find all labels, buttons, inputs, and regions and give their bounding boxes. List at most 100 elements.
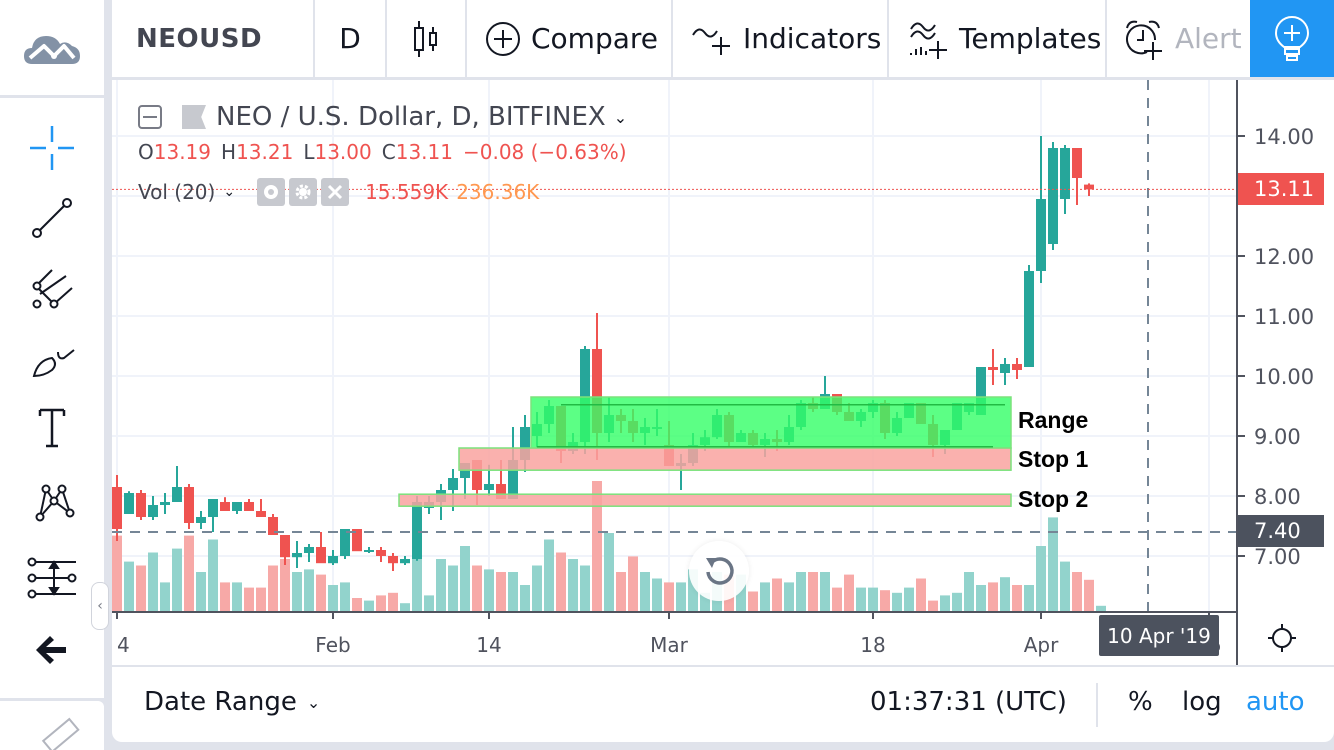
candle-body	[376, 550, 386, 556]
remove-button[interactable]	[321, 178, 350, 206]
visibility-button[interactable]	[257, 178, 286, 206]
candle-body	[112, 487, 122, 529]
divider	[1096, 683, 1098, 727]
volume-bar	[1060, 561, 1070, 611]
chart-settings-button[interactable]	[1264, 620, 1300, 656]
volume-legend: Vol (20) ⌄ 15.559K 236.36K	[138, 178, 637, 206]
logo[interactable]	[0, 0, 104, 95]
volume-bar	[1000, 577, 1010, 611]
volume-bar	[364, 600, 374, 611]
alarm-clock-icon	[1126, 20, 1162, 60]
volume-bar	[640, 572, 650, 611]
close-value: 13.11	[395, 140, 453, 164]
auto-scale-toggle[interactable]: auto	[1246, 687, 1305, 717]
compare-button[interactable]: Compare	[467, 0, 673, 77]
price-tick-label: 7.00	[1254, 545, 1301, 569]
symbol-search-button[interactable]: NEOUSD	[112, 0, 315, 77]
volume-bar	[1036, 546, 1046, 611]
volume-bar	[1096, 605, 1106, 611]
chevron-down-icon[interactable]: ⌄	[614, 108, 627, 127]
reset-chart-button[interactable]	[689, 541, 749, 601]
sun-gear-icon	[1268, 624, 1296, 652]
crosshair-tool[interactable]	[22, 118, 82, 178]
volume-bar	[820, 572, 830, 611]
box-stop-2	[398, 493, 1012, 507]
candle-body	[172, 487, 182, 502]
collapse-legend-icon[interactable]	[138, 105, 162, 129]
candle-body	[1024, 271, 1034, 367]
volume-label[interactable]: Vol (20)	[138, 180, 215, 204]
time-tick-label: 18	[860, 633, 885, 657]
reset-icon	[706, 557, 734, 585]
chart-type-button[interactable]	[387, 0, 467, 77]
collapse-toolbar-handle[interactable]: ‹	[91, 582, 109, 630]
time-tick-label: Apr	[1024, 633, 1059, 657]
date-range-button[interactable]: Date Range ⌄	[144, 687, 320, 717]
volume-bar	[256, 587, 266, 611]
crosshair-date-label: 10 Apr '19	[1099, 615, 1219, 656]
time-tick-label: Mar	[650, 633, 689, 657]
volume-bar	[184, 535, 194, 611]
volume-bar	[832, 587, 842, 611]
volume-bar	[460, 546, 470, 611]
log-scale-toggle[interactable]: log	[1182, 687, 1222, 717]
back-button[interactable]	[22, 620, 82, 680]
chevron-down-icon[interactable]: ⌄	[223, 184, 235, 200]
candle-body	[412, 502, 422, 559]
time-tick-label: 4	[117, 633, 130, 657]
templates-button[interactable]: Templates	[889, 0, 1107, 77]
volume-bar	[676, 582, 686, 611]
volume-bar	[136, 565, 146, 611]
indicators-button[interactable]: Indicators	[673, 0, 889, 77]
percent-scale-toggle[interactable]: %	[1128, 687, 1153, 717]
volume-bar	[112, 535, 122, 611]
candle-body	[220, 502, 230, 511]
utc-clock[interactable]: 01:37:31 (UTC)	[870, 687, 1067, 717]
series-title[interactable]: NEO / U.S. Dollar, D, BITFINEX	[216, 102, 606, 132]
trend-line-tool[interactable]	[22, 188, 82, 248]
close-label: C	[381, 140, 396, 164]
volume-bar	[148, 552, 158, 611]
candle-body	[328, 556, 338, 564]
volume-bar	[580, 565, 590, 611]
brush-tool[interactable]	[22, 328, 82, 388]
annotation-range[interactable]: Range	[1018, 407, 1088, 434]
volume-bar	[292, 572, 302, 611]
flag-icon[interactable]	[182, 105, 206, 129]
change-value: −0.08 (−0.63%)	[462, 140, 627, 164]
candle-body	[400, 559, 410, 564]
annotation-stop1[interactable]: Stop 1	[1018, 446, 1088, 473]
volume-bar	[400, 603, 410, 611]
candles-icon	[414, 20, 437, 57]
text-tool[interactable]	[22, 398, 82, 458]
volume-bar	[808, 572, 818, 611]
candle-body	[988, 367, 998, 370]
volume-bar	[208, 539, 218, 611]
volume-bar	[760, 582, 770, 611]
trend-line-icon	[32, 198, 72, 238]
prediction-measure-icon	[27, 557, 77, 599]
candle-body	[1084, 184, 1094, 190]
volume-bar	[772, 578, 782, 611]
settings-button[interactable]	[289, 178, 318, 206]
interval-button[interactable]: D	[315, 0, 387, 77]
candle-body	[244, 502, 254, 511]
pattern-tool[interactable]	[22, 473, 82, 533]
volume-bar	[892, 592, 902, 611]
chart-pane[interactable]: 14.00 13.00 12.00 11.00 10.00 9.00 8.00 7.00 4 Fe…	[112, 80, 1334, 665]
eye-icon	[264, 185, 279, 199]
alert-button[interactable]: Alert	[1107, 0, 1251, 77]
measure-tool[interactable]	[22, 548, 82, 608]
annotation-stop2[interactable]: Stop 2	[1018, 486, 1088, 513]
candle-body	[136, 493, 146, 517]
publish-idea-button[interactable]	[1250, 0, 1334, 77]
volume-bar	[124, 561, 134, 611]
candle-body	[280, 535, 290, 558]
indicators-label: Indicators	[743, 22, 882, 55]
pitchfork-tool[interactable]	[22, 258, 82, 318]
volume-bar	[328, 585, 338, 611]
open-value: 13.19	[153, 140, 212, 164]
candle-body	[148, 505, 158, 517]
ruler-icon[interactable]	[0, 701, 104, 750]
brush-icon	[32, 349, 75, 378]
